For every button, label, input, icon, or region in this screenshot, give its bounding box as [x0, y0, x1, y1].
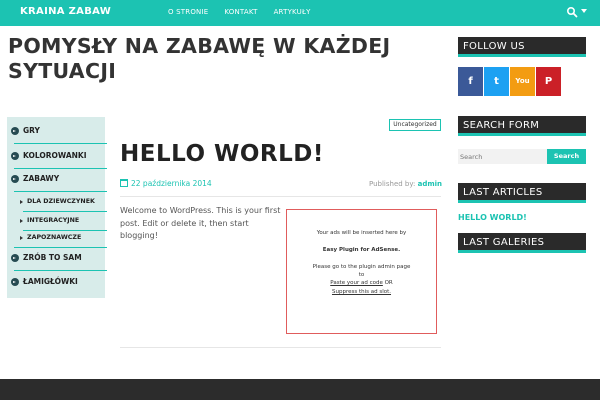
widget-title-galleries: LAST GALERIES [458, 233, 586, 253]
widget-title-text: LAST GALERIES [463, 237, 545, 248]
menu-item-label: ŁAMIGŁÓWKI [23, 277, 78, 286]
arrow-right-icon [20, 236, 23, 240]
post-author-link[interactable]: admin [418, 180, 442, 188]
ad-text: to [358, 272, 365, 278]
post-date[interactable]: 22 października 2014 [131, 179, 212, 188]
nav-link-o-stronie[interactable]: O STRONIE [168, 8, 208, 16]
pinterest-glyph: P [544, 76, 553, 87]
bullet-icon [11, 278, 19, 286]
menu-divider [14, 270, 107, 271]
search-button[interactable]: Search [547, 149, 586, 164]
widget-title-follow: FOLLOW US [458, 37, 586, 57]
arrow-right-icon [20, 219, 23, 223]
menu-item-label: GRY [23, 126, 40, 135]
arrow-right-icon [20, 200, 23, 204]
post-title[interactable]: HELLO WORLD! [120, 141, 324, 167]
widget-title-search: SEARCH FORM [458, 116, 586, 136]
menu-item-label: ZRÓB TO SAM [23, 253, 82, 262]
category-menu: GRY KOLOROWANKI ZABAWY DLA DZIEWCZYNEK I… [7, 117, 107, 298]
category-tag[interactable]: Uncategorized [389, 119, 441, 131]
ad-plugin-name: Easy Plugin for AdSense. [322, 247, 401, 253]
page-title: POMYSŁY NA ZABAWĘ W KAŻDEJ SYTUACJI [8, 34, 391, 83]
bullet-icon [11, 254, 19, 262]
site-brand[interactable]: KRAINA ZABAW [20, 6, 111, 17]
youtube-icon[interactable]: You [510, 67, 535, 96]
menu-divider [14, 143, 107, 144]
facebook-glyph: f [468, 76, 473, 87]
bullet-icon [11, 127, 19, 135]
divider [120, 196, 441, 197]
published-label: Published by: [369, 180, 416, 188]
post-author-line: Published by: admin [369, 180, 442, 188]
ad-text: Your ads will be inserted here by [316, 230, 407, 236]
menu-item-label: ZABAWY [23, 174, 60, 183]
youtube-glyph: You [515, 77, 530, 85]
footer [0, 379, 600, 400]
widget-title-text: SEARCH FORM [463, 120, 540, 131]
post-body: Welcome to WordPress. This is your first… [120, 206, 281, 240]
bullet-icon [11, 175, 19, 183]
ad-links-row: Paste your ad code OR [287, 280, 436, 286]
menu-item-label: KOLOROWANKI [23, 151, 87, 160]
twitter-icon[interactable]: t [484, 67, 509, 96]
menu-divider [14, 247, 107, 248]
search-input[interactable] [458, 149, 547, 164]
search-icon[interactable] [566, 6, 578, 18]
ad-text: Please go to the plugin admin page [312, 264, 411, 270]
ad-or-text: OR [384, 280, 393, 286]
widget-title-text: LAST ARTICLES [463, 187, 543, 198]
calendar-icon [120, 179, 128, 187]
nav-link-artykuly[interactable]: ARTYKUŁY [274, 8, 311, 16]
menu-divider [14, 168, 107, 169]
bullet-icon [11, 152, 19, 160]
suppress-ad-link[interactable]: Suppress this ad slot. [287, 289, 436, 295]
article-link[interactable]: HELLO WORLD! [458, 213, 527, 222]
top-bar: KRAINA ZABAW O STRONIE KONTAKT ARTYKUŁY [0, 0, 600, 26]
menu-divider [14, 191, 107, 192]
widget-title-articles: LAST ARTICLES [458, 183, 586, 203]
menu-divider [23, 230, 107, 231]
submenu-item-label: DLA DZIEWCZYNEK [27, 198, 95, 205]
ad-placeholder: Your ads will be inserted here by Easy P… [286, 209, 437, 334]
submenu-item-label: INTEGRACYJNE [27, 217, 80, 224]
pinterest-icon[interactable]: P [536, 67, 561, 96]
chevron-down-icon[interactable] [581, 9, 587, 13]
divider [120, 347, 441, 348]
twitter-glyph: t [494, 76, 499, 87]
paste-ad-code-link[interactable]: Paste your ad code [330, 280, 383, 286]
nav-link-kontakt[interactable]: KONTAKT [224, 8, 257, 16]
submenu-item-label: ZAPOZNAWCZE [27, 234, 82, 241]
facebook-icon[interactable]: f [458, 67, 483, 96]
top-nav: O STRONIE KONTAKT ARTYKUŁY [168, 8, 311, 16]
widget-title-text: FOLLOW US [463, 41, 525, 52]
menu-divider [23, 211, 107, 212]
